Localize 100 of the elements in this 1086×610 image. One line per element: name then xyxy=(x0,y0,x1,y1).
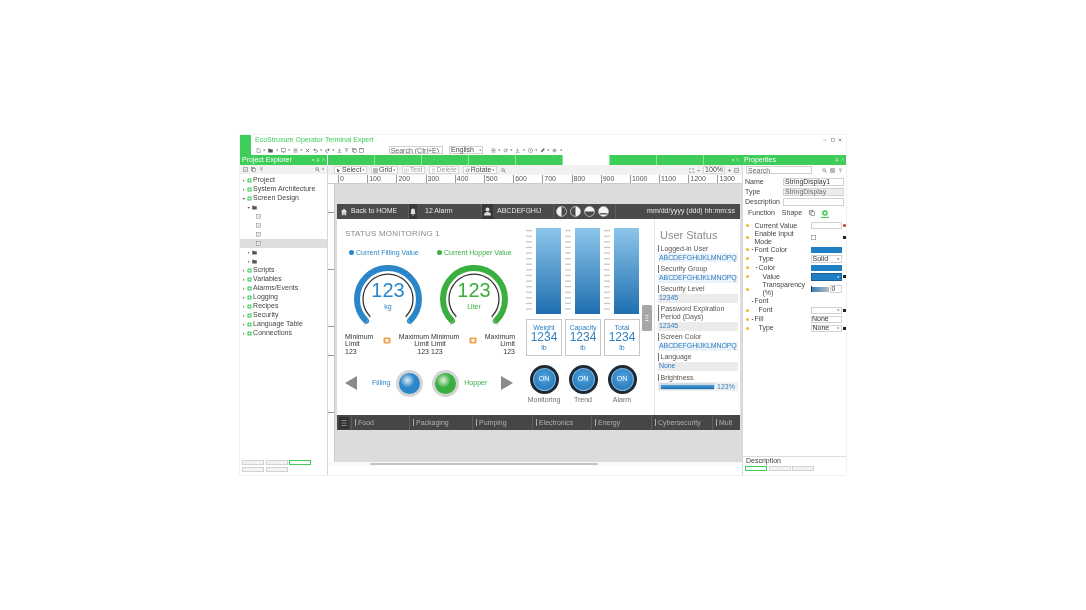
left-arrow-icon[interactable] xyxy=(345,376,357,391)
binding-square-icon[interactable] xyxy=(842,275,846,279)
caret-icon[interactable] xyxy=(510,148,513,152)
contrast-icon[interactable] xyxy=(584,206,595,217)
value-field[interactable] xyxy=(810,221,842,230)
caret-icon[interactable] xyxy=(321,168,324,171)
zoom-icon[interactable] xyxy=(500,167,506,173)
search-icon[interactable] xyxy=(314,167,320,172)
zoom-in-icon[interactable] xyxy=(727,167,732,173)
panel-tab[interactable] xyxy=(265,467,288,472)
caret-icon[interactable] xyxy=(300,148,303,152)
bell-icon[interactable] xyxy=(409,204,417,219)
caret-icon[interactable] xyxy=(263,148,266,152)
caret-icon[interactable] xyxy=(275,148,279,152)
maximize-icon[interactable] xyxy=(830,138,835,142)
monitor-icon[interactable] xyxy=(280,147,286,153)
collapse-arrow-icon[interactable] xyxy=(750,248,754,252)
panel-tab[interactable] xyxy=(745,466,767,471)
expand-arrow-icon[interactable] xyxy=(242,313,246,318)
binding-square-icon[interactable] xyxy=(842,236,846,240)
collapse-arrow-icon[interactable] xyxy=(247,205,251,210)
paste-icon[interactable] xyxy=(359,147,365,153)
expand-arrow-icon[interactable] xyxy=(247,259,251,264)
upload-icon[interactable] xyxy=(344,147,350,153)
property-tab[interactable] xyxy=(808,209,817,218)
grid-icon[interactable] xyxy=(830,167,835,173)
expand-arrow-icon[interactable] xyxy=(242,286,246,291)
expand-arrow-icon[interactable] xyxy=(242,304,246,309)
contrast-icon[interactable] xyxy=(570,206,581,217)
caret-icon[interactable] xyxy=(731,158,735,162)
expand-arrow-icon[interactable] xyxy=(247,250,251,255)
contrast-icon[interactable] xyxy=(556,206,567,217)
layout-icon[interactable] xyxy=(490,147,496,153)
expand-arrow-icon[interactable] xyxy=(242,331,246,336)
pin-icon[interactable] xyxy=(316,158,321,162)
menu-icon[interactable] xyxy=(339,416,349,429)
checkbox[interactable] xyxy=(810,235,816,241)
lamp-button[interactable] xyxy=(432,369,460,397)
download-icon[interactable] xyxy=(515,147,521,153)
refresh-icon[interactable] xyxy=(503,147,509,153)
caret-icon[interactable] xyxy=(312,158,315,162)
home-icon[interactable] xyxy=(340,207,348,216)
close-icon[interactable] xyxy=(838,138,842,142)
settings-icon[interactable] xyxy=(552,147,558,153)
caret-icon[interactable] xyxy=(319,148,323,152)
color-dropdown[interactable] xyxy=(810,273,842,281)
right-arrow-icon[interactable] xyxy=(501,376,514,391)
collapse-arrow-icon[interactable] xyxy=(242,196,246,201)
collapse-all-icon[interactable] xyxy=(243,167,248,172)
caret-icon[interactable] xyxy=(547,148,550,152)
expand-arrow-icon[interactable] xyxy=(242,178,246,183)
caret-icon[interactable] xyxy=(522,148,526,152)
panel-tab[interactable] xyxy=(265,460,288,465)
panel-tab[interactable] xyxy=(289,460,311,465)
caret-icon[interactable] xyxy=(559,148,563,152)
copy-icon[interactable] xyxy=(351,147,357,153)
panel-tab[interactable] xyxy=(242,460,264,465)
sort-icon[interactable] xyxy=(838,167,843,173)
caret-icon[interactable] xyxy=(535,148,538,152)
collapse-arrow-icon[interactable] xyxy=(750,299,754,303)
download-icon[interactable] xyxy=(337,147,343,153)
color-swatch[interactable] xyxy=(810,246,842,253)
panel-tab[interactable] xyxy=(242,467,264,472)
pin-icon[interactable] xyxy=(835,158,840,162)
panel-tab[interactable] xyxy=(792,466,814,471)
minimize-icon[interactable] xyxy=(823,138,827,142)
user-icon[interactable] xyxy=(482,204,493,219)
color-swatch[interactable] xyxy=(810,264,842,271)
drawer-handle[interactable] xyxy=(642,305,652,331)
zoom-out-icon[interactable] xyxy=(696,167,702,173)
property-tab[interactable] xyxy=(821,209,830,218)
collapse-arrow-icon[interactable] xyxy=(750,317,754,321)
document-tab[interactable] xyxy=(563,155,610,165)
fit-icon[interactable] xyxy=(689,167,695,173)
horizontal-scrollbar[interactable] xyxy=(370,463,598,465)
contrast-icon[interactable] xyxy=(598,206,609,217)
fit-screen-icon[interactable] xyxy=(734,167,739,173)
search-icon[interactable] xyxy=(822,167,827,173)
panel-tab[interactable] xyxy=(768,466,791,471)
lamp-button[interactable] xyxy=(396,369,424,397)
expand-arrow-icon[interactable] xyxy=(242,187,246,192)
pen-icon[interactable] xyxy=(539,147,545,153)
slider-track[interactable] xyxy=(810,286,829,292)
binding-square-icon[interactable] xyxy=(842,326,846,330)
copy-icon[interactable] xyxy=(251,167,256,172)
caret-icon[interactable] xyxy=(498,148,501,152)
list-icon[interactable] xyxy=(292,147,298,153)
expand-arrow-icon[interactable] xyxy=(242,277,246,282)
help-icon[interactable] xyxy=(527,147,533,153)
redo-icon[interactable] xyxy=(324,147,330,153)
caret-icon[interactable] xyxy=(287,148,291,152)
caret-icon[interactable] xyxy=(332,148,335,152)
expand-arrow-icon[interactable] xyxy=(242,295,246,300)
binding-dot-icon[interactable] xyxy=(842,224,846,227)
text-field[interactable] xyxy=(783,197,844,207)
collapse-arrow-icon[interactable] xyxy=(754,266,758,270)
close-icon[interactable] xyxy=(305,147,311,153)
folder-icon[interactable] xyxy=(268,147,274,153)
new-file-icon[interactable] xyxy=(256,147,261,153)
binding-square-icon[interactable] xyxy=(842,308,846,312)
